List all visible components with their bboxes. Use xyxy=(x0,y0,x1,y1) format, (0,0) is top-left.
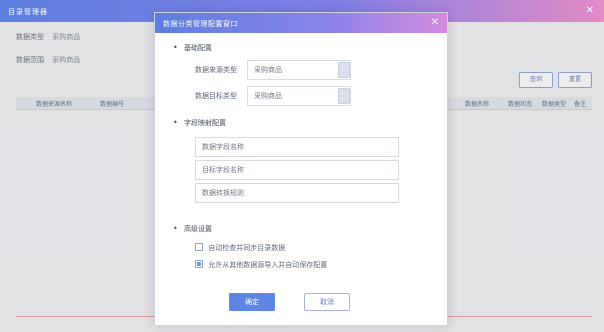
calendar-icon[interactable] xyxy=(338,88,350,104)
cancel-button[interactable]: 取消 xyxy=(304,293,350,311)
mapping-field-2[interactable]: 目标字段名称 xyxy=(195,160,399,180)
section-basic: • 基础配置 xyxy=(173,43,212,53)
basic-field-label-1: 数据来源类型 xyxy=(195,66,237,74)
mapping-field-1[interactable]: 数据字段名称 xyxy=(195,137,399,157)
dialog-header: 数据分类管理配置窗口 ✕ xyxy=(155,13,447,33)
basic-field-label-2: 数据目标类型 xyxy=(195,92,237,100)
option-checkbox-1[interactable]: 自动检查并同步目录数据 xyxy=(195,243,285,253)
dialog-close-icon[interactable]: ✕ xyxy=(431,17,439,28)
mapping-field-3[interactable]: 数据转换规则 xyxy=(195,183,399,203)
mapping-field-label-2: 目标字段名称 xyxy=(202,166,244,174)
bullet-icon: • xyxy=(173,224,178,233)
option-checkbox-2[interactable]: 允许从其他数据源导入并自动保存配置 xyxy=(195,260,327,270)
option-label-1: 自动检查并同步目录数据 xyxy=(208,244,286,252)
option-label-2: 允许从其他数据源导入并自动保存配置 xyxy=(208,261,328,269)
calendar-icon[interactable] xyxy=(338,62,350,78)
config-dialog: 数据分类管理配置窗口 ✕ • 基础配置 数据来源类型 采购商品 数据目标类型 采… xyxy=(154,12,448,326)
basic-field-input-2[interactable]: 采购商品 xyxy=(247,86,351,106)
mapping-field-label-1: 数据字段名称 xyxy=(202,143,244,151)
app-title: 目录管理器 xyxy=(8,8,48,16)
confirm-button[interactable]: 确定 xyxy=(229,293,275,311)
basic-field-value-2: 采购商品 xyxy=(254,92,282,100)
bullet-icon: • xyxy=(173,43,178,52)
close-icon[interactable]: ✕ xyxy=(586,5,594,16)
bullet-icon: • xyxy=(173,118,178,127)
checkbox-icon[interactable] xyxy=(195,243,203,251)
section-mapping: • 字段映射配置 xyxy=(173,118,226,128)
section-options: • 高级设置 xyxy=(173,224,212,234)
mapping-field-label-3: 数据转换规则 xyxy=(202,189,244,197)
section-options-title: 高级设置 xyxy=(183,225,212,233)
basic-field-value-1: 采购商品 xyxy=(254,66,282,74)
section-basic-title: 基础配置 xyxy=(183,44,212,52)
checkbox-icon[interactable] xyxy=(195,260,203,268)
section-mapping-title: 字段映射配置 xyxy=(183,119,226,127)
basic-field-input-1[interactable]: 采购商品 xyxy=(247,60,351,80)
dialog-title: 数据分类管理配置窗口 xyxy=(163,20,238,28)
